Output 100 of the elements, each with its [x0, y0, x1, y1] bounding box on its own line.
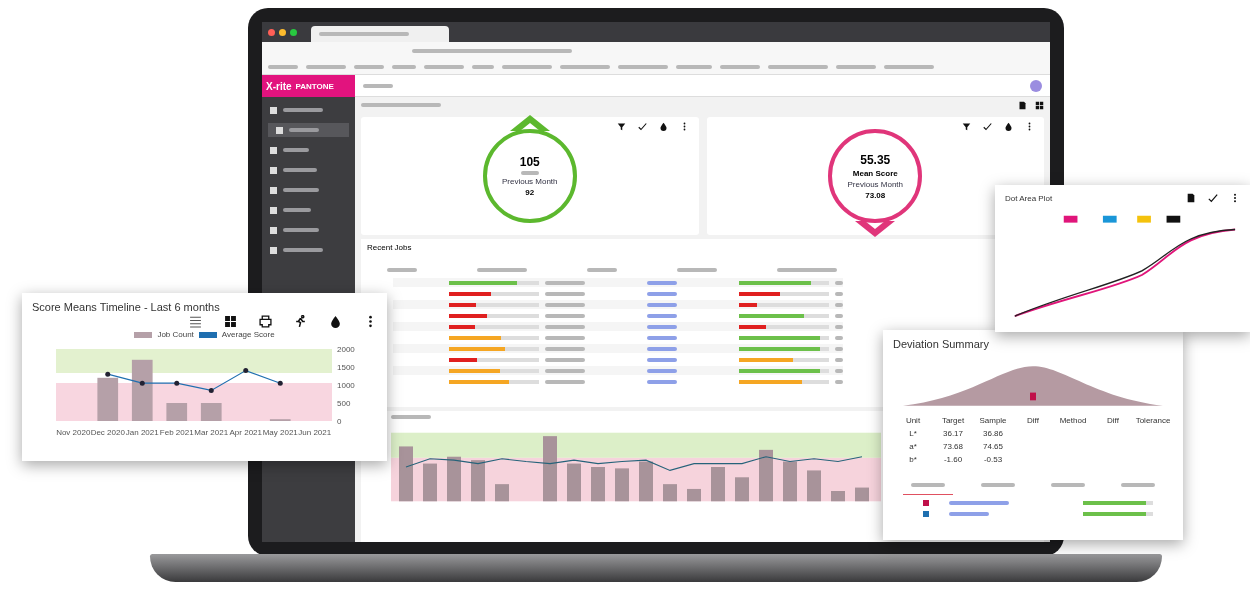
quality-bar	[1083, 512, 1153, 516]
legend-label: Average Score	[221, 330, 275, 339]
table-cell-text: L*	[908, 429, 918, 438]
chart-point	[105, 371, 111, 377]
card-title: Recent Jobs	[367, 243, 413, 252]
table-cell-text: -0.53	[982, 455, 1004, 464]
runner-icon[interactable]	[294, 315, 307, 328]
chart-bar	[399, 446, 413, 502]
table-icon[interactable]	[189, 315, 202, 328]
check-icon[interactable]	[1208, 193, 1218, 203]
table-cell-text: b*	[908, 455, 918, 464]
chart-bar	[543, 436, 557, 502]
table-cell-text: 36.17	[942, 429, 964, 438]
chart-bar	[495, 484, 509, 502]
grid-icon[interactable]	[224, 315, 237, 328]
quality-bar	[1083, 501, 1153, 505]
card-title: Score Means Timeline - Last 6 months	[32, 301, 221, 313]
table-cell-text: a*	[908, 442, 918, 451]
legend-label: Job Count	[157, 330, 194, 339]
chart-bar	[471, 460, 485, 502]
column-header: Diff	[1106, 416, 1120, 425]
drop-icon[interactable]	[1004, 122, 1013, 131]
chart-bar	[831, 491, 845, 502]
axis-label: Jan 2021	[125, 428, 159, 437]
chart-bar	[166, 403, 188, 421]
axis-label: Dec 2020	[90, 428, 125, 437]
grid-icon[interactable]	[1035, 100, 1044, 110]
card-title: Deviation Summary	[893, 338, 990, 350]
chart-bar	[663, 484, 677, 502]
chart-point	[277, 380, 283, 386]
color-swatch	[923, 511, 929, 517]
axis-label: Apr 2021	[229, 428, 262, 437]
window-maximize-button[interactable]	[290, 28, 297, 36]
drop-icon[interactable]	[329, 315, 342, 328]
chart-point	[139, 380, 145, 386]
drop-icon[interactable]	[658, 122, 668, 131]
kpi-value: 105	[519, 155, 540, 169]
kpi-previous: 92	[525, 188, 535, 197]
chart-bar	[735, 477, 749, 502]
chart-bar	[591, 467, 605, 502]
chart-bar	[807, 470, 821, 502]
legend-swatch	[1166, 215, 1181, 223]
color-swatch	[923, 500, 929, 506]
chart-bar	[423, 463, 437, 502]
document-icon[interactable]	[1186, 193, 1196, 203]
kpi-label: Mean Score	[852, 168, 898, 178]
chart-point	[174, 380, 180, 386]
chart-point	[208, 387, 214, 393]
axis-tick: 1000	[337, 381, 355, 390]
print-icon[interactable]	[259, 315, 272, 328]
chart-bar	[759, 449, 773, 502]
column-header: Tolerance	[1134, 416, 1172, 425]
filter-icon[interactable]	[616, 122, 626, 131]
table-cell-text: -1.60	[942, 455, 964, 464]
chart-bar	[447, 456, 461, 502]
chart-bar	[97, 377, 119, 421]
kpi-previous: 73.08	[865, 190, 886, 200]
axis-tick: 0	[337, 417, 342, 426]
axis-tick: 1500	[337, 363, 355, 372]
chart-bar	[615, 468, 629, 502]
chart-bar	[639, 461, 653, 502]
table-cell-text: 36.86	[982, 429, 1004, 438]
table-row[interactable]	[393, 322, 843, 331]
app-logo: X-rite PANTONE	[262, 75, 355, 97]
axis-label: Feb 2021	[159, 428, 194, 437]
check-icon[interactable]	[983, 122, 992, 131]
column-header: Unit	[904, 416, 922, 425]
legend-swatch	[1102, 215, 1117, 223]
chart-bar	[783, 461, 797, 502]
column-header: Method	[1058, 416, 1088, 425]
chart-point	[243, 368, 249, 374]
table-row[interactable]	[393, 300, 843, 309]
axis-label: Nov 2020	[56, 428, 91, 437]
axis-label: Mar 2021	[194, 428, 229, 437]
legend-swatch	[1063, 215, 1078, 223]
column-header: Diff	[1026, 416, 1040, 425]
chart-bar	[711, 467, 725, 502]
filter-icon[interactable]	[962, 122, 971, 131]
legend-swatch	[198, 331, 217, 338]
document-icon[interactable]	[1018, 100, 1027, 110]
axis-tick: 2000	[337, 345, 355, 354]
window-minimize-button[interactable]	[279, 28, 286, 36]
window-close-button[interactable]	[268, 28, 275, 36]
table-cell-text: 73.68	[942, 442, 964, 451]
axis-label: May 2021	[262, 428, 298, 437]
legend-swatch	[134, 331, 153, 338]
kpi-value: 55.35	[860, 152, 891, 167]
axis-tick: 500	[337, 399, 351, 408]
legend-swatch	[1137, 215, 1151, 223]
card-title: Dot Area Plot	[1005, 193, 1053, 203]
column-header: Target	[940, 416, 966, 425]
chart-bar	[567, 463, 581, 502]
column-header: Sample	[978, 416, 1008, 425]
avatar-icon[interactable]	[1030, 79, 1042, 92]
sidebar-item[interactable]	[268, 123, 349, 137]
axis-label: Jun 2021	[298, 428, 332, 437]
kpi-caption: Previous Month	[501, 177, 558, 186]
check-icon[interactable]	[637, 122, 647, 131]
chart-bar	[200, 403, 222, 421]
kpi-caption: Previous Month	[847, 179, 904, 189]
